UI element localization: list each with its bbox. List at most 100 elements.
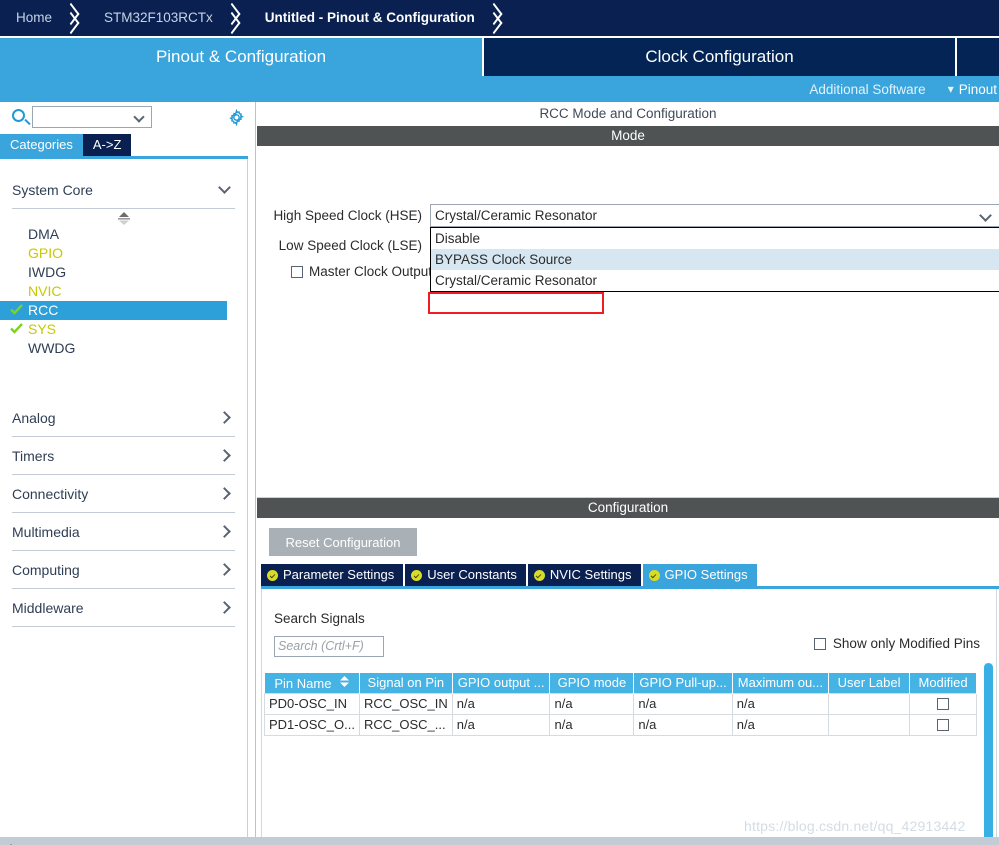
cell-signal-on-pin: RCC_OSC_IN — [358, 692, 453, 715]
hse-label: High Speed Clock (HSE) — [273, 208, 422, 223]
column-header-gpio-output[interactable]: GPIO output ... — [452, 673, 551, 693]
main-tab-bar: Pinout & Configuration Clock Configurati… — [0, 38, 999, 76]
configuration-tab-bar: Parameter Settings User Constants NVIC S… — [261, 564, 759, 586]
tab-user-constants[interactable]: User Constants — [405, 564, 526, 586]
sidebar-group-system-core[interactable]: System Core — [12, 171, 235, 209]
peripheral-item-gpio[interactable]: GPIO — [0, 244, 227, 263]
peripheral-item-wwdg[interactable]: WWDG — [0, 339, 227, 358]
cell-user-label[interactable] — [828, 713, 911, 736]
breadcrumb-item-current[interactable]: Untitled - Pinout & Configuration — [249, 0, 485, 36]
modified-checkbox[interactable] — [937, 698, 950, 710]
additional-software-button[interactable]: Additional Software — [809, 82, 925, 97]
chevron-right-icon — [218, 525, 231, 538]
sidebar-group-multimedia[interactable]: Multimedia — [12, 513, 235, 551]
tab-clock-configuration[interactable]: Clock Configuration — [484, 38, 955, 76]
column-header-modified[interactable]: Modified — [909, 673, 977, 693]
sidebar-group-label: Middleware — [12, 599, 84, 616]
cell-modified[interactable] — [909, 692, 977, 715]
tab-label: Parameter Settings — [283, 567, 395, 582]
hse-mode-dropdown-list[interactable]: Disable BYPASS Clock Source Crystal/Cera… — [430, 227, 999, 292]
configuration-section-header: Configuration — [257, 498, 999, 518]
peripheral-item-nvic[interactable]: NVIC — [0, 282, 227, 301]
peripheral-item-sys[interactable]: SYS — [0, 320, 227, 339]
mode-section-header: Mode — [257, 126, 999, 146]
gpio-panel-scrollbar-thumb[interactable] — [984, 663, 993, 843]
sidebar-search-input[interactable] — [32, 106, 152, 128]
cell-gpio-output: n/a — [451, 692, 551, 715]
gear-icon[interactable] — [228, 108, 245, 127]
tab-a-to-z[interactable]: A->Z — [82, 134, 132, 156]
tab-pinout-configuration[interactable]: Pinout & Configuration — [0, 38, 482, 76]
check-icon — [10, 321, 23, 334]
master-clock-output-checkbox[interactable] — [291, 266, 303, 278]
cell-user-label[interactable] — [828, 692, 911, 715]
stm32cubemx-window: Home STM32F103RCTx Untitled - Pinout & C… — [0, 0, 999, 845]
column-header-pin-name[interactable]: Pin Name — [264, 673, 360, 693]
peripheral-label: GPIO — [28, 245, 64, 261]
tab-gpio-settings[interactable]: GPIO Settings — [642, 564, 757, 586]
scroll-spinner-icon[interactable] — [0, 209, 247, 225]
search-signals-input[interactable]: Search (Crtl+F) — [274, 636, 384, 657]
table-row[interactable]: PD0-OSC_IN RCC_OSC_IN n/a n/a n/a n/a — [264, 692, 977, 715]
configuration-body: Reset Configuration Parameter Settings U… — [257, 518, 999, 845]
sidebar-group-label: System Core — [12, 181, 93, 198]
breadcrumb-item-device[interactable]: STM32F103RCTx — [88, 0, 223, 36]
tab-nvic-settings[interactable]: NVIC Settings — [527, 564, 641, 586]
cell-gpio-pullup: n/a — [633, 692, 733, 715]
dropdown-option-crystal-ceramic-resonator[interactable]: Crystal/Ceramic Resonator — [431, 270, 999, 291]
rcc-mode-title: RCC Mode and Configuration — [257, 102, 999, 126]
peripheral-item-dma[interactable]: DMA — [0, 225, 227, 244]
show-only-modified-pins-row[interactable]: Show only Modified Pins — [813, 636, 980, 651]
chevron-right-icon — [218, 601, 231, 614]
tab-next-partial[interactable] — [957, 38, 999, 76]
chevron-right-icon — [218, 411, 231, 424]
cell-gpio-pullup: n/a — [633, 713, 733, 736]
configuration-area: RCC Mode and Configuration Mode High Spe… — [257, 102, 999, 845]
breadcrumb: Home STM32F103RCTx Untitled - Pinout & C… — [0, 0, 999, 36]
cell-gpio-mode: n/a — [549, 713, 635, 736]
peripheral-label: DMA — [28, 226, 60, 242]
cell-pin-name: PD1-OSC_O... — [264, 713, 360, 736]
tab-categories[interactable]: Categories — [0, 134, 83, 156]
show-only-modified-pins-checkbox[interactable] — [813, 637, 826, 650]
sort-updown-icon — [340, 675, 350, 690]
sidebar-group-analog[interactable]: Analog — [12, 399, 235, 437]
sidebar-group-label: Connectivity — [12, 485, 89, 502]
column-header-maximum-output[interactable]: Maximum ou... — [732, 673, 830, 693]
hse-mode-combobox[interactable]: Crystal/Ceramic Resonator — [430, 204, 999, 227]
column-header-gpio-mode[interactable]: GPIO mode — [549, 673, 635, 693]
dropdown-option-disable[interactable]: Disable — [431, 228, 999, 249]
peripheral-tree: System Core DMA GPIO IWDG NVIC RCC SYS W… — [0, 159, 248, 837]
breadcrumb-item-home[interactable]: Home — [0, 0, 62, 36]
table-row[interactable]: PD1-OSC_O... RCC_OSC_... n/a n/a n/a n/a — [264, 713, 977, 736]
breadcrumb-separator-icon — [485, 0, 511, 36]
reset-configuration-button[interactable]: Reset Configuration — [269, 528, 417, 556]
sidebar-group-label: Timers — [12, 447, 55, 464]
sidebar-group-timers[interactable]: Timers — [12, 437, 235, 475]
chevron-down-icon: ▾ — [947, 82, 954, 96]
chevron-down-icon — [218, 181, 231, 194]
bottom-scroll-spinner-icon[interactable] — [6, 838, 32, 845]
sidebar-group-label: Computing — [12, 561, 80, 578]
chevron-down-icon[interactable] — [133, 111, 145, 123]
peripheral-item-rcc[interactable]: RCC — [0, 301, 227, 320]
peripheral-item-iwdg[interactable]: IWDG — [0, 263, 227, 282]
sidebar-search-row — [0, 102, 255, 134]
cell-modified[interactable] — [909, 713, 977, 736]
sidebar-group-computing[interactable]: Computing — [12, 551, 235, 589]
column-header-signal-on-pin[interactable]: Signal on Pin — [359, 673, 453, 693]
tab-label: NVIC Settings — [549, 567, 632, 582]
dropdown-option-bypass-clock-source[interactable]: BYPASS Clock Source — [431, 249, 999, 270]
chevron-down-icon[interactable] — [979, 209, 992, 222]
peripheral-label: RCC — [28, 302, 59, 318]
pinout-menu-button[interactable]: Pinout — [959, 82, 999, 97]
cell-maximum-output: n/a — [731, 713, 830, 736]
column-header-gpio-pullup[interactable]: GPIO Pull-up... — [633, 673, 733, 693]
tab-parameter-settings[interactable]: Parameter Settings — [261, 564, 404, 586]
pin-configuration-table: Pin Name Signal on Pin GPIO output ... G… — [264, 673, 977, 736]
modified-checkbox[interactable] — [937, 719, 950, 731]
peripheral-label: SYS — [28, 321, 57, 337]
sidebar-group-connectivity[interactable]: Connectivity — [12, 475, 235, 513]
sidebar-group-middleware[interactable]: Middleware — [12, 589, 235, 627]
column-header-user-label[interactable]: User Label — [828, 673, 911, 693]
